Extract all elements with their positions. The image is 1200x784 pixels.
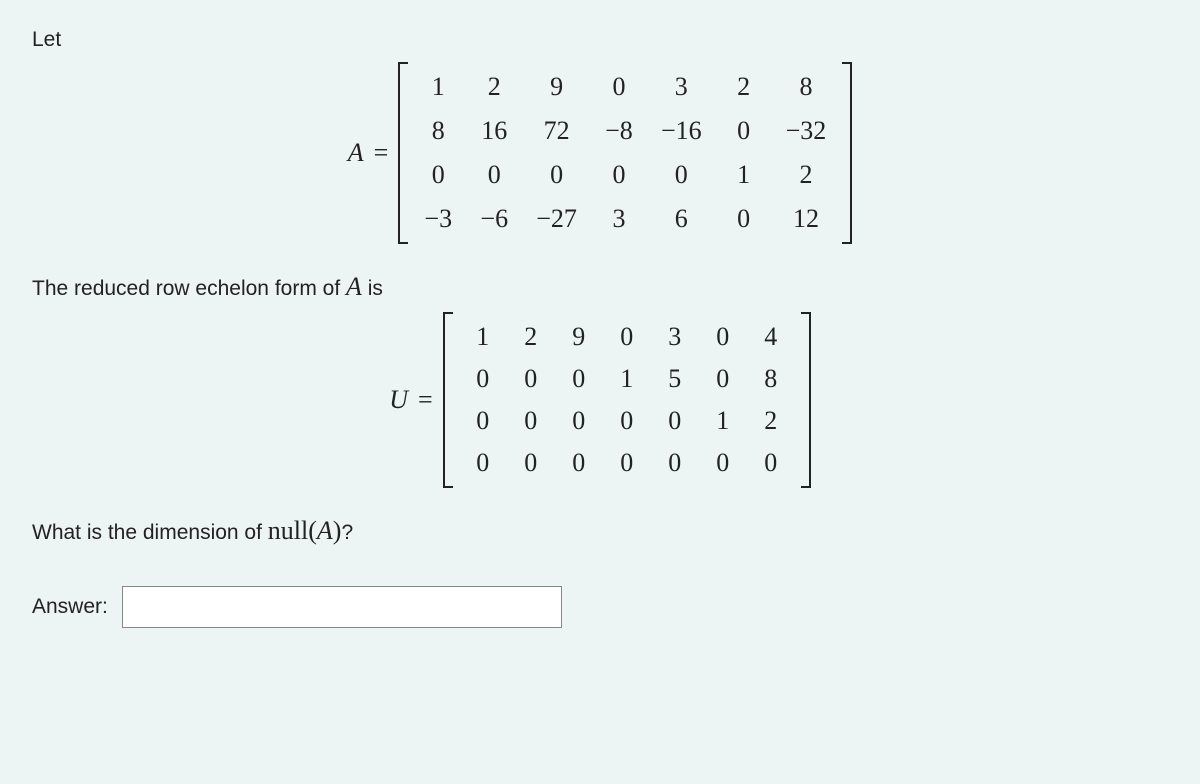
question-pre: What is the dimension of [32, 521, 268, 544]
question-post: ? [341, 521, 353, 544]
matrix-a-grid: 1 2 9 0 3 2 8 8 16 72 −8 −16 0 −32 0 0 0… [418, 62, 832, 244]
equals-sign: = [374, 138, 389, 168]
matrix-u-label: U [389, 385, 408, 415]
matrix-cell: 0 [661, 160, 702, 190]
matrix-cell: −27 [536, 204, 577, 234]
matrix-cell: 1 [613, 364, 641, 394]
matrix-cell: 8 [424, 116, 452, 146]
matrix-cell: 0 [661, 448, 689, 478]
matrix-cell: −32 [786, 116, 827, 146]
matrix-cell: 2 [757, 406, 785, 436]
matrix-cell: 0 [565, 448, 593, 478]
matrix-cell: 6 [661, 204, 702, 234]
matrix-cell: 0 [730, 116, 758, 146]
matrix-cell: 1 [709, 406, 737, 436]
matrix-cell: 0 [517, 406, 545, 436]
intro-text: Let [32, 28, 1168, 52]
matrix-a-label: A [348, 138, 364, 168]
equals-sign: = [418, 385, 433, 415]
right-bracket-icon [801, 312, 811, 488]
answer-label: Answer: [32, 595, 108, 619]
matrix-cell: 0 [536, 160, 577, 190]
matrix-cell: 1 [469, 322, 497, 352]
matrix-a-equation: A = 1 2 9 0 3 2 8 8 16 72 −8 −16 0 −32 0… [32, 62, 1168, 244]
matrix-cell: 72 [536, 116, 577, 146]
rref-text: The reduced row echelon form of A is [32, 272, 1168, 302]
matrix-cell: 0 [661, 406, 689, 436]
matrix-cell: 0 [469, 406, 497, 436]
matrix-cell: 4 [757, 322, 785, 352]
matrix-cell: 0 [605, 72, 633, 102]
matrix-cell: 5 [661, 364, 689, 394]
matrix-cell: 0 [605, 160, 633, 190]
matrix-cell: 0 [613, 322, 641, 352]
answer-row: Answer: [32, 586, 1168, 628]
matrix-cell: 9 [536, 72, 577, 102]
matrix-cell: 9 [565, 322, 593, 352]
matrix-cell: −16 [661, 116, 702, 146]
matrix-cell: 2 [480, 72, 508, 102]
matrix-cell: 0 [709, 322, 737, 352]
question-a: A [317, 516, 333, 545]
matrix-cell: 3 [661, 72, 702, 102]
matrix-cell: −3 [424, 204, 452, 234]
matrix-u-equation: U = 1 2 9 0 3 0 4 0 0 0 1 5 0 8 0 0 0 0 … [32, 312, 1168, 488]
matrix-cell: 12 [786, 204, 827, 234]
matrix-cell: 8 [786, 72, 827, 102]
matrix-cell: 0 [730, 204, 758, 234]
left-bracket-icon [398, 62, 408, 244]
left-bracket-icon [443, 312, 453, 488]
answer-input[interactable] [122, 586, 562, 628]
matrix-cell: 0 [565, 364, 593, 394]
matrix-cell: 0 [613, 406, 641, 436]
matrix-cell: 1 [730, 160, 758, 190]
matrix-cell: 2 [730, 72, 758, 102]
matrix-cell: 0 [469, 448, 497, 478]
matrix-cell: 0 [613, 448, 641, 478]
matrix-cell: 16 [480, 116, 508, 146]
question-null: null [268, 516, 308, 545]
matrix-cell: 0 [517, 364, 545, 394]
matrix-cell: 2 [517, 322, 545, 352]
matrix-cell: 3 [605, 204, 633, 234]
paren-open: ( [308, 516, 317, 545]
matrix-cell: 0 [480, 160, 508, 190]
rref-text-pre: The reduced row echelon form of [32, 277, 346, 300]
matrix-cell: 0 [565, 406, 593, 436]
matrix-cell: 1 [424, 72, 452, 102]
matrix-cell: 3 [661, 322, 689, 352]
rref-text-a: A [346, 272, 362, 301]
matrix-cell: −6 [480, 204, 508, 234]
matrix-cell: 0 [757, 448, 785, 478]
right-bracket-icon [842, 62, 852, 244]
matrix-cell: 2 [786, 160, 827, 190]
matrix-cell: 0 [517, 448, 545, 478]
matrix-u-grid: 1 2 9 0 3 0 4 0 0 0 1 5 0 8 0 0 0 0 0 1 … [463, 312, 791, 488]
matrix-cell: 0 [424, 160, 452, 190]
matrix-cell: 0 [709, 364, 737, 394]
matrix-cell: −8 [605, 116, 633, 146]
matrix-cell: 0 [709, 448, 737, 478]
matrix-cell: 0 [469, 364, 497, 394]
rref-text-post: is [362, 277, 383, 300]
question-text: What is the dimension of null(A)? [32, 516, 1168, 546]
matrix-cell: 8 [757, 364, 785, 394]
